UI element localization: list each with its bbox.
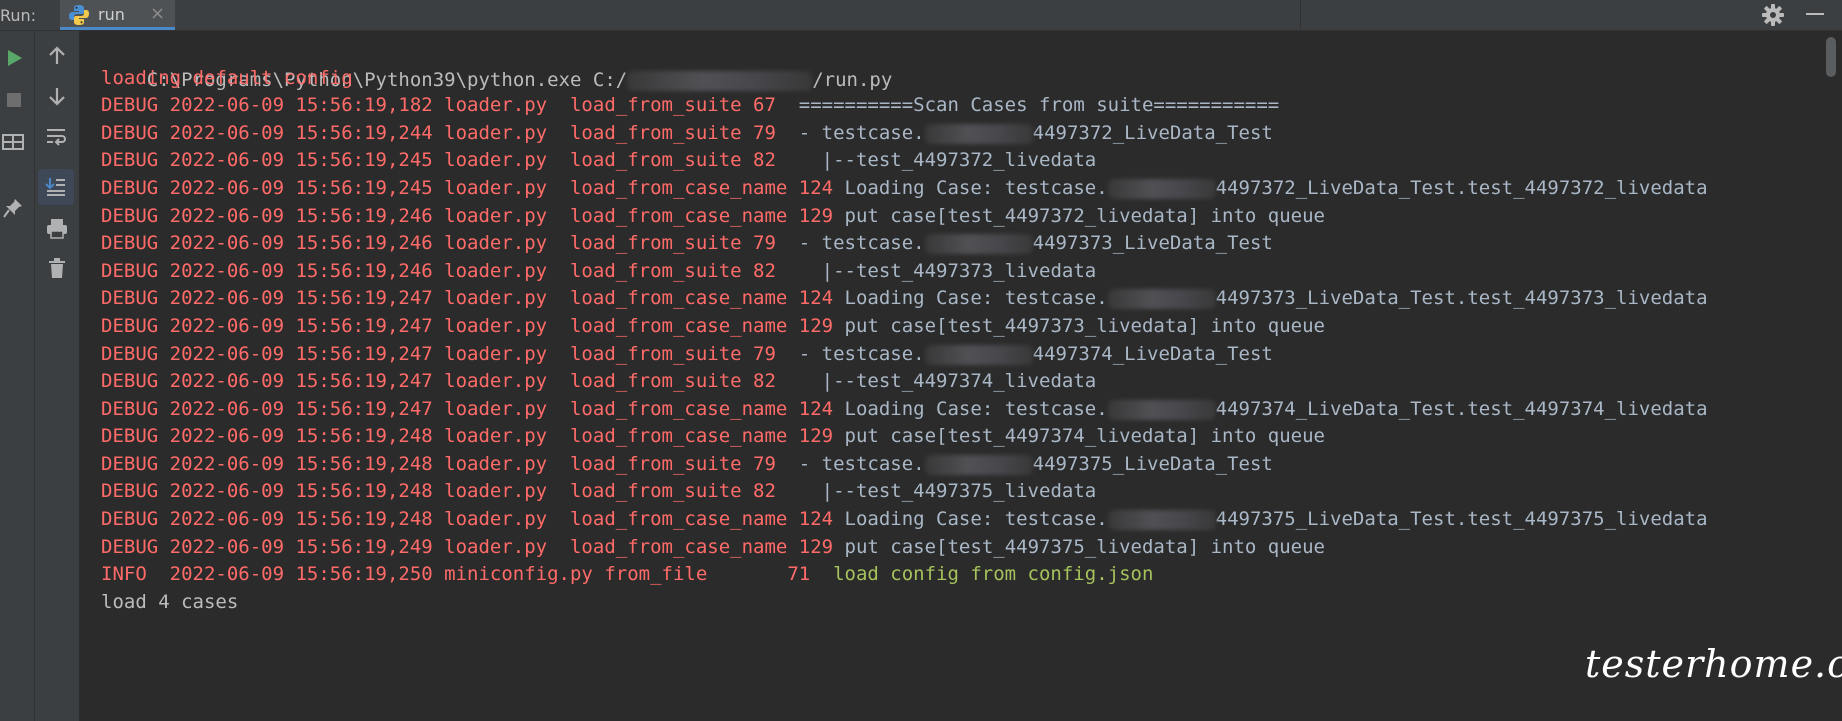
run-actions-toolbar: [0, 31, 35, 721]
watermark: testerhome.com: [1585, 642, 1842, 686]
python-icon: [69, 5, 89, 25]
stop-icon[interactable]: [3, 89, 25, 111]
scrollbar-thumb[interactable]: [1826, 37, 1836, 77]
redacted-path: [627, 70, 813, 91]
console-line: DEBUG 2022-06-09 15:56:19,248 loader.py …: [101, 480, 1097, 502]
console-line: DEBUG 2022-06-09 15:56:19,248 loader.py …: [101, 508, 1708, 530]
console-line: DEBUG 2022-06-09 15:56:19,182 loader.py …: [101, 94, 1280, 116]
console-line: DEBUG 2022-06-09 15:56:19,246 loader.py …: [101, 232, 1273, 254]
vertical-scrollbar[interactable]: [1820, 31, 1842, 721]
soft-wrap-icon[interactable]: [45, 125, 69, 147]
console-line: DEBUG 2022-06-09 15:56:19,245 loader.py …: [101, 177, 1708, 199]
print-icon[interactable]: [45, 217, 69, 239]
redacted-text: [924, 233, 1033, 254]
console-actions-toolbar: [35, 31, 80, 721]
restore-layout-icon[interactable]: [1, 131, 25, 153]
close-icon[interactable]: ×: [150, 3, 165, 24]
rerun-icon[interactable]: [3, 47, 25, 69]
redacted-text: [924, 454, 1033, 475]
pin-tab-icon[interactable]: [2, 197, 24, 219]
scroll-to-end-icon: [45, 178, 65, 196]
console-line: DEBUG 2022-06-09 15:56:19,247 loader.py …: [101, 343, 1273, 365]
console-line: INFO 2022-06-09 15:56:19,250 miniconfig.…: [101, 563, 1154, 585]
tab-run[interactable]: run ×: [60, 0, 175, 30]
up-arrow-icon[interactable]: [46, 45, 68, 67]
console-line: DEBUG 2022-06-09 15:56:19,246 loader.py …: [101, 205, 1325, 227]
redacted-text: [1107, 509, 1216, 530]
console-line: load 4 cases: [101, 591, 239, 613]
console-line: DEBUG 2022-06-09 15:56:19,247 loader.py …: [101, 287, 1708, 309]
console-line: C:\Programs\Python\Python39\python.exe C…: [146, 69, 893, 91]
redacted-text: [1107, 178, 1216, 199]
console-line: DEBUG 2022-06-09 15:56:19,247 loader.py …: [101, 370, 1097, 392]
redacted-text: [924, 344, 1033, 365]
console-line: DEBUG 2022-06-09 15:56:19,247 loader.py …: [101, 398, 1708, 420]
console-line: DEBUG 2022-06-09 15:56:19,244 loader.py …: [101, 122, 1273, 144]
console-line: DEBUG 2022-06-09 15:56:19,247 loader.py …: [101, 315, 1325, 337]
gear-icon[interactable]: [1760, 2, 1786, 28]
console-line: DEBUG 2022-06-09 15:56:19,248 loader.py …: [101, 453, 1273, 475]
console-line: loading default config: [101, 67, 353, 89]
divider: [1300, 0, 1301, 30]
run-label: Run:: [0, 6, 37, 25]
scroll-to-end-toggle[interactable]: [38, 169, 74, 205]
tab-run-label: run: [98, 5, 125, 24]
console-line: DEBUG 2022-06-09 15:56:19,249 loader.py …: [101, 536, 1325, 558]
minimize-icon[interactable]: [1806, 13, 1824, 15]
run-toolwindow-header: Run: run ×: [0, 0, 1842, 31]
clear-all-icon[interactable]: [46, 257, 68, 279]
console-line: DEBUG 2022-06-09 15:56:19,245 loader.py …: [101, 149, 1097, 171]
redacted-text: [924, 123, 1033, 144]
console-line: DEBUG 2022-06-09 15:56:19,246 loader.py …: [101, 260, 1097, 282]
redacted-text: [1107, 288, 1216, 309]
redacted-text: [1107, 399, 1216, 420]
console-line: DEBUG 2022-06-09 15:56:19,248 loader.py …: [101, 425, 1325, 447]
console-output[interactable]: C:\Programs\Python\Python39\python.exe C…: [80, 31, 1820, 721]
down-arrow-icon[interactable]: [46, 85, 68, 107]
